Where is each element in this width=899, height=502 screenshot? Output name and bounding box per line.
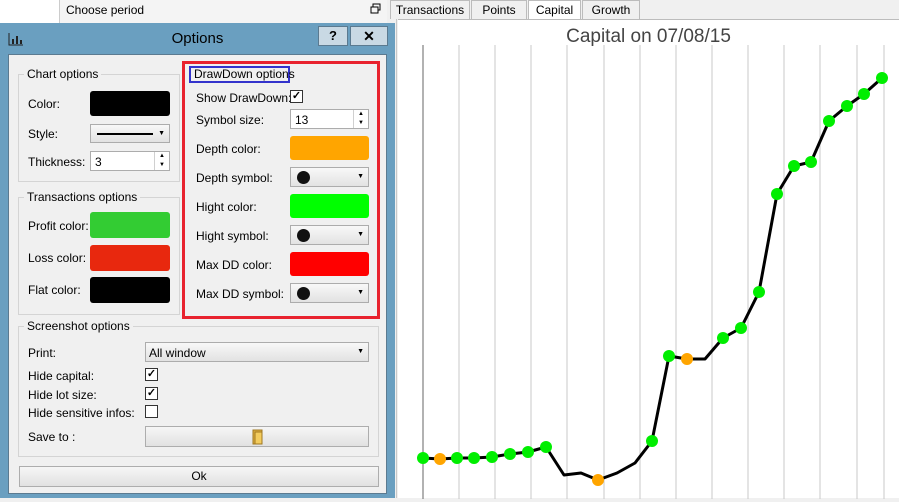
circle-symbol-icon xyxy=(297,229,310,242)
depth-symbol-select[interactable]: ▼ xyxy=(290,167,369,187)
print-value: All window xyxy=(149,346,206,360)
spin-buttons: ▲ ▼ xyxy=(154,152,169,170)
period-title: Choose period xyxy=(66,3,145,17)
maxdd-color-swatch[interactable] xyxy=(290,252,369,276)
hight-marker xyxy=(451,452,463,464)
save-to-label: Save to : xyxy=(28,430,76,444)
checkmark-icon: ✓ xyxy=(146,387,157,399)
thickness-label: Thickness: xyxy=(28,155,86,169)
capital-line xyxy=(422,76,883,482)
line-style-preview xyxy=(97,133,153,135)
thickness-value: 3 xyxy=(95,155,102,169)
spin-up-icon[interactable]: ▲ xyxy=(354,110,368,119)
chevron-down-icon: ▼ xyxy=(357,173,364,180)
symbol-size-spinbox[interactable]: 13 ▲ ▼ xyxy=(290,109,369,129)
spin-down-icon[interactable]: ▼ xyxy=(155,161,169,170)
chart-title: Capital on 07/08/15 xyxy=(566,26,731,47)
hight-marker xyxy=(540,441,552,453)
chart-color-swatch[interactable] xyxy=(90,91,170,116)
hight-symbol-select[interactable]: ▼ xyxy=(290,225,369,245)
checkmark-icon: ✓ xyxy=(291,90,302,102)
hight-marker xyxy=(646,435,658,447)
circle-symbol-icon xyxy=(297,287,310,300)
chevron-down-icon: ▼ xyxy=(357,289,364,296)
save-to-button[interactable] xyxy=(145,426,369,447)
depth-marker xyxy=(592,474,604,486)
circle-symbol-icon xyxy=(297,171,310,184)
hight-marker xyxy=(663,350,675,362)
thickness-spinbox[interactable]: 3 ▲ ▼ xyxy=(90,151,170,171)
depth-color-label: Depth color: xyxy=(196,142,261,156)
depth-marker xyxy=(434,453,446,465)
hight-color-swatch[interactable] xyxy=(290,194,369,218)
hide-lot-size-checkbox[interactable]: ✓ xyxy=(145,387,158,400)
maxdd-symbol-label: Max DD symbol: xyxy=(196,287,285,301)
help-button[interactable]: ? xyxy=(318,26,348,46)
hight-marker xyxy=(876,72,888,84)
hight-marker xyxy=(858,88,870,100)
chevron-down-icon: ▼ xyxy=(158,130,165,137)
depth-marker xyxy=(681,353,693,365)
restore-icon[interactable] xyxy=(370,3,382,15)
chevron-down-icon: ▼ xyxy=(357,231,364,238)
chart-options-title: Chart options xyxy=(24,67,102,81)
hide-sensitive-label: Hide sensitive infos: xyxy=(28,406,135,420)
tab-transactions[interactable]: Transactions xyxy=(390,0,470,19)
spin-up-icon[interactable]: ▲ xyxy=(155,152,169,161)
symbol-size-label: Symbol size: xyxy=(196,113,265,127)
hide-sensitive-checkbox[interactable] xyxy=(145,405,158,418)
hight-marker xyxy=(771,188,783,200)
hight-marker xyxy=(717,332,729,344)
depth-symbol-label: Depth symbol: xyxy=(196,171,273,185)
loss-color-swatch[interactable] xyxy=(90,245,170,271)
hight-color-label: Hight color: xyxy=(196,200,257,214)
checkmark-icon: ✓ xyxy=(146,368,157,380)
hight-marker xyxy=(823,115,835,127)
hight-marker xyxy=(417,452,429,464)
hide-capital-label: Hide capital: xyxy=(28,369,95,383)
folder-icon xyxy=(252,429,263,445)
flat-color-label: Flat color: xyxy=(28,283,81,297)
ok-button[interactable]: Ok xyxy=(19,466,379,487)
symbol-size-value: 13 xyxy=(295,113,309,127)
style-label: Style: xyxy=(28,127,59,141)
hight-marker xyxy=(522,446,534,458)
hight-marker xyxy=(841,100,853,112)
tab-growth[interactable]: Growth xyxy=(582,0,640,19)
profit-color-label: Profit color: xyxy=(28,219,89,233)
hide-lot-size-label: Hide lot size: xyxy=(28,388,97,402)
hide-capital-checkbox[interactable]: ✓ xyxy=(145,368,158,381)
print-select[interactable]: All window ▼ xyxy=(145,342,369,362)
profit-color-swatch[interactable] xyxy=(90,212,170,238)
spin-down-icon[interactable]: ▼ xyxy=(354,119,368,128)
show-drawdown-label: Show DrawDown: xyxy=(196,91,292,105)
close-button[interactable]: ✕ xyxy=(350,26,388,46)
color-label: Color: xyxy=(28,97,61,111)
hight-marker xyxy=(735,322,747,334)
hight-marker xyxy=(805,156,817,168)
style-select[interactable]: ▼ xyxy=(90,124,170,143)
depth-color-swatch[interactable] xyxy=(290,136,369,160)
hight-symbol-label: Hight symbol: xyxy=(196,229,269,243)
transactions-options-title: Transactions options xyxy=(24,190,141,204)
hight-marker xyxy=(504,448,516,460)
hight-marker xyxy=(788,160,800,172)
loss-color-label: Loss color: xyxy=(28,251,87,265)
hight-marker xyxy=(486,451,498,463)
print-label: Print: xyxy=(28,346,57,360)
flat-color-swatch[interactable] xyxy=(90,277,170,303)
chevron-down-icon: ▼ xyxy=(357,348,364,355)
tab-capital[interactable]: Capital xyxy=(528,0,581,19)
hight-marker xyxy=(753,286,765,298)
screenshot-options-title: Screenshot options xyxy=(24,319,133,333)
capital-chart xyxy=(398,19,899,499)
hight-marker xyxy=(468,452,480,464)
tab-points[interactable]: Points xyxy=(471,0,527,19)
maxdd-color-label: Max DD color: xyxy=(196,258,273,272)
show-drawdown-checkbox[interactable]: ✓ xyxy=(290,90,303,103)
drawdown-options-title: DrawDown options xyxy=(194,67,295,81)
maxdd-symbol-select[interactable]: ▼ xyxy=(290,283,369,303)
chart-plot xyxy=(417,45,888,499)
spin-buttons: ▲ ▼ xyxy=(353,110,368,128)
